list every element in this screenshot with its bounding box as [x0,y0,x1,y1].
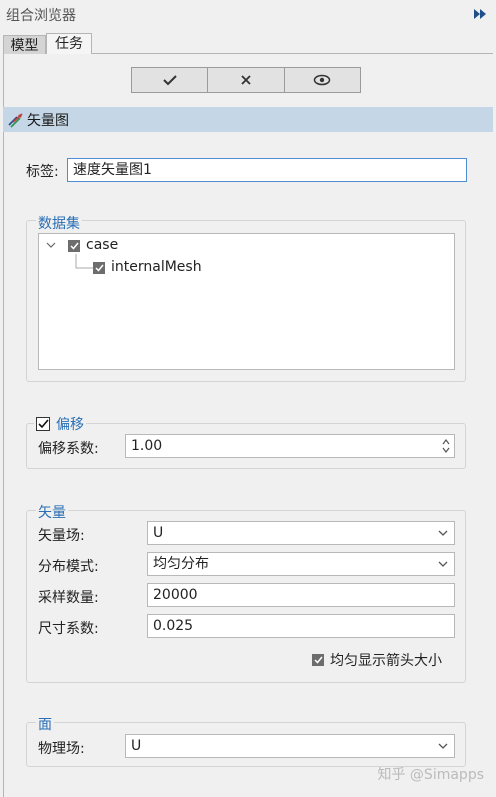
vector-field-value: U [153,525,164,541]
vector-field-select[interactable]: U [147,521,455,545]
check-icon [69,242,79,250]
offset-group-header: 偏移 [34,414,86,434]
window-title: 组合浏览器 [6,8,76,24]
surface-field-label: 物理场: [38,741,85,757]
check-icon [162,75,177,86]
uniform-arrow-label: 均匀显示箭头大小 [330,653,442,669]
tab-task[interactable]: 任务 [46,33,92,54]
uniform-arrow-option[interactable]: 均匀显示箭头大小 [312,650,442,670]
offset-coef-value: 1.00 [131,438,163,454]
vector-field-label: 矢量场: [38,528,85,544]
offset-coef-label: 偏移系数: [38,441,99,457]
check-icon [313,656,323,664]
scale-input[interactable]: 0.025 [147,614,455,638]
chevron-down-icon [438,743,448,749]
task-button-bar [131,67,361,93]
samples-label: 采样数量: [38,590,99,606]
vector-plot-icon [8,113,23,128]
tree-item-internalmesh[interactable]: internalMesh [111,259,202,275]
collapse-panel-icon[interactable] [472,7,488,21]
chevron-down-icon [438,530,448,536]
uniform-arrow-checkbox[interactable] [312,654,324,666]
close-icon [241,75,251,85]
offset-group-title: 偏移 [56,417,84,433]
samples-input[interactable]: 20000 [147,583,455,607]
dataset-group-title: 数据集 [36,213,82,233]
label-field-label: 标签: [26,164,59,180]
dataset-tree[interactable]: case internalMesh [38,233,455,370]
surface-group-title: 面 [36,714,54,734]
surface-field-select[interactable]: U [125,734,455,758]
chevron-down-icon [438,561,448,567]
mode-select[interactable]: 均匀分布 [147,552,455,576]
check-icon [94,264,104,272]
internalmesh-checkbox[interactable] [93,262,105,274]
ok-button[interactable] [132,68,209,92]
section-header: 矢量图 [3,107,493,132]
section-title: 矢量图 [27,113,69,129]
offset-coef-spinbox[interactable]: 1.00 [125,434,455,458]
tab-model[interactable]: 模型 [3,35,46,54]
vector-group-title: 矢量 [36,502,68,522]
label-input[interactable]: 速度矢量图1 [67,158,467,182]
spin-arrows-icon[interactable] [441,437,451,455]
case-checkbox[interactable] [68,240,80,252]
eye-icon [314,74,331,86]
watermark: 知乎 @Simapps [377,767,484,783]
mode-value: 均匀分布 [153,556,209,572]
tree-item-case[interactable]: case [86,237,118,253]
surface-field-value: U [131,738,142,754]
mode-label: 分布模式: [38,559,99,575]
offset-checkbox[interactable] [36,417,50,431]
scale-label: 尺寸系数: [38,621,99,637]
tree-connector [75,254,95,269]
check-icon [37,419,49,429]
cancel-button[interactable] [208,68,285,92]
preview-button[interactable] [285,68,360,92]
chevron-down-icon[interactable] [46,241,56,249]
